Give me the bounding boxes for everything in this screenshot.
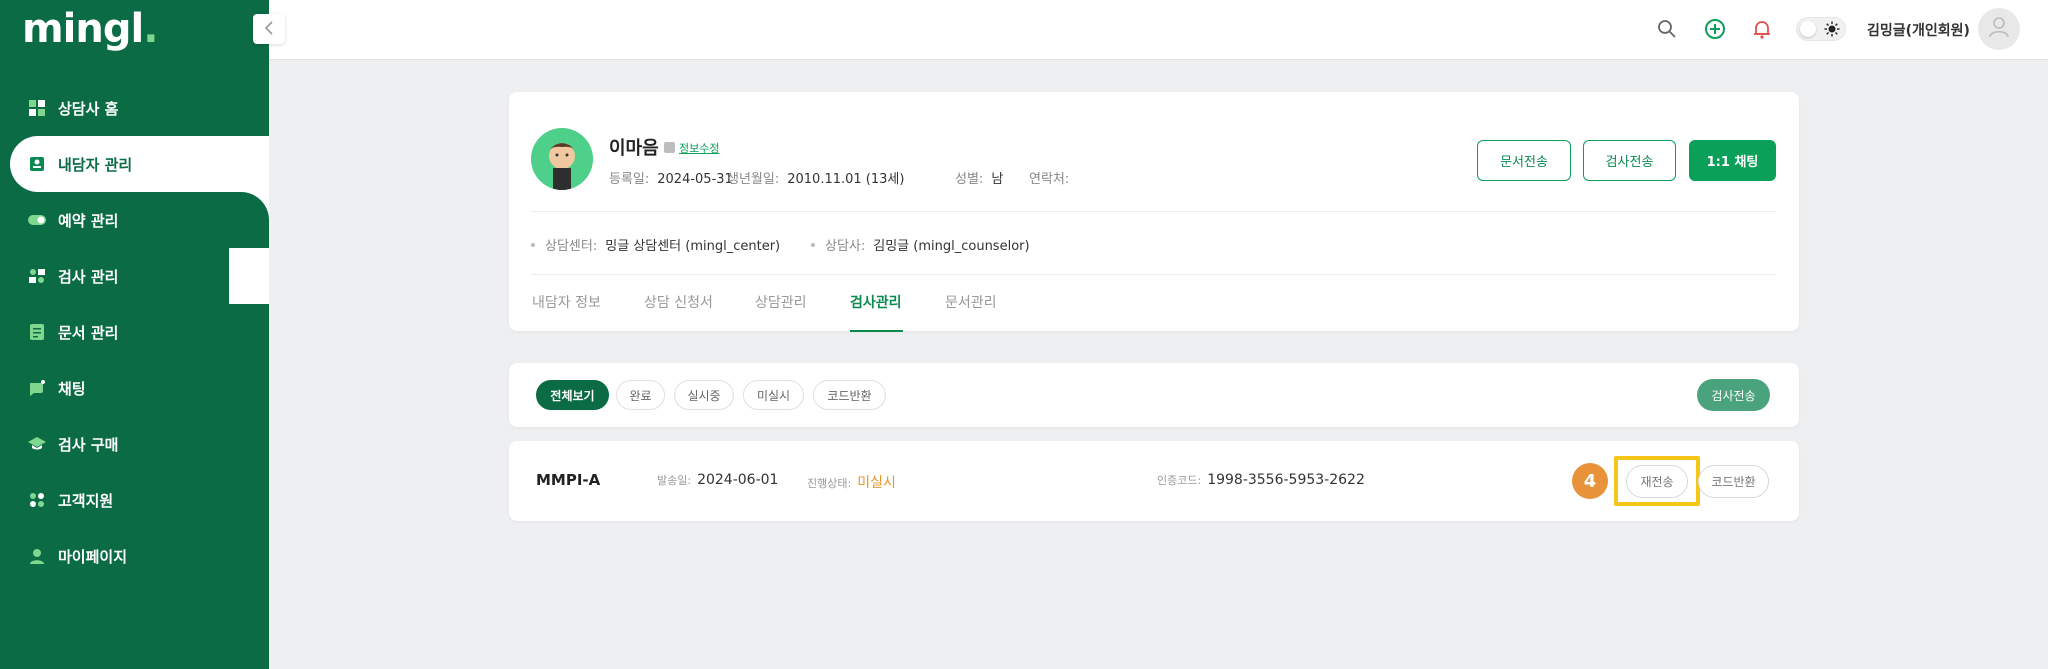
sidebar-item-test-management[interactable]: 검사 관리 [0, 248, 269, 304]
sidebar-item-document-management[interactable]: 문서 관리 [0, 304, 269, 360]
mingl-logo[interactable]: mingl. [22, 6, 158, 52]
sidebar: mingl. 상담사 홈 내담자 관리 예약 관리 검사 관리 문서 관리 채팅 [0, 0, 269, 669]
sidebar-item-label: 검사 관리 [58, 267, 119, 286]
search-icon[interactable] [1654, 16, 1680, 42]
filter-chip-code-return[interactable]: 코드반환 [813, 380, 886, 410]
birth-date: 생년월일: 2010.11.01 (13세) [727, 172, 905, 187]
document-send-button[interactable]: 문서전송 [1477, 140, 1571, 181]
client-profile-card: 이마음 정보수정 등록일: 2024-05-31 생년월일: 2010.11.01 … [509, 92, 1799, 332]
top-header: 김밍글(개인회원) [269, 0, 2048, 60]
sidebar-item-label: 상담사 홈 [58, 99, 119, 118]
filter-chip-all[interactable]: 전체보기 [536, 380, 609, 410]
tab-test-management[interactable]: 검사관리 [850, 292, 902, 312]
profile-divider [531, 211, 1777, 212]
sidebar-item-chat[interactable]: 채팅 [0, 360, 269, 416]
auth-code: 인증코드: 1998-3556-5953-2622 [1157, 472, 1365, 488]
person-icon [28, 547, 46, 565]
sidebar-item-client-management[interactable]: 내담자 관리 [10, 136, 269, 192]
sidebar-item-customer-support[interactable]: 고객지원 [0, 472, 269, 528]
tab-application[interactable]: 상담 신청서 [644, 292, 713, 312]
sidebar-item-label: 마이페이지 [58, 547, 128, 566]
sidebar-item-counselor-home[interactable]: 상담사 홈 [0, 80, 269, 136]
one-to-one-chat-button[interactable]: 1:1 채팅 [1689, 140, 1776, 181]
sidebar-item-reservation[interactable]: 예약 관리 [0, 192, 269, 248]
sidebar-item-label: 예약 관리 [58, 211, 119, 230]
sidebar-item-mypage[interactable]: 마이페이지 [0, 528, 269, 584]
toggle-knob [1800, 21, 1816, 37]
reg-date: 등록일: 2024-05-31 [609, 172, 733, 187]
notification-bell-icon[interactable] [1749, 16, 1775, 42]
sidebar-collapse-button[interactable] [253, 14, 285, 44]
filter-chip-in-progress[interactable]: 실시중 [674, 380, 734, 410]
test-filter-bar: 전체보기 완료 실시중 미실시 코드반환 검사전송 [509, 363, 1799, 427]
active-tab-indicator [850, 330, 903, 332]
graduation-cap-icon [28, 435, 46, 453]
filter-chip-not-started[interactable]: 미실시 [743, 380, 804, 410]
test-grid-icon [28, 267, 46, 285]
sidebar-nav: 상담사 홈 내담자 관리 예약 관리 검사 관리 문서 관리 채팅 검사 구매 [0, 80, 269, 584]
document-icon [28, 323, 46, 341]
pencil-icon[interactable] [664, 142, 675, 153]
sidebar-item-label: 문서 관리 [58, 323, 119, 342]
tabs-divider [531, 274, 1777, 275]
theme-toggle[interactable] [1796, 17, 1846, 41]
sidebar-item-test-purchase[interactable]: 검사 구매 [0, 416, 269, 472]
user-name[interactable]: 김밍글(개인회원) [1867, 20, 1970, 40]
chevron-left-icon [264, 20, 274, 39]
toggle-calendar-icon [28, 211, 46, 229]
filter-chip-complete[interactable]: 완료 [616, 380, 665, 410]
gender: 성별: 남 [955, 172, 1004, 187]
resend-button[interactable]: 재전송 [1626, 465, 1688, 498]
sun-icon [1824, 21, 1840, 41]
add-circle-icon[interactable] [1702, 16, 1728, 42]
sidebar-item-label: 채팅 [58, 379, 86, 398]
test-name: MMPI-A [536, 471, 601, 489]
tab-client-info[interactable]: 내담자 정보 [532, 292, 601, 312]
phone: 연락처: [1029, 172, 1070, 187]
counselor: 상담사: 김밍글 (mingl_counselor) [811, 235, 1030, 254]
dashboard-icon [28, 99, 46, 117]
sidebar-item-label: 내담자 관리 [58, 155, 133, 174]
progress-status: 진행상태: 미실시 [807, 475, 896, 491]
sidebar-item-label: 고객지원 [58, 491, 114, 510]
test-send-chip-button[interactable]: 검사전송 [1697, 379, 1770, 411]
client-avatar [531, 128, 593, 190]
tab-counseling[interactable]: 상담관리 [755, 292, 807, 312]
sidebar-item-label: 검사 구매 [58, 435, 119, 454]
chat-icon [28, 379, 46, 397]
client-name: 이마음 [609, 138, 659, 159]
step-number-badge: 4 [1572, 463, 1608, 499]
tab-document-management[interactable]: 문서관리 [945, 292, 997, 312]
test-send-button[interactable]: 검사전송 [1583, 140, 1676, 181]
user-avatar[interactable] [1978, 8, 2020, 50]
support-icon [28, 491, 46, 509]
edit-profile-link[interactable]: 정보수정 [679, 140, 719, 156]
user-silhouette-icon [1987, 15, 2011, 43]
contact-card-icon [28, 155, 46, 173]
sent-date: 발송일: 2024-06-01 [657, 472, 779, 488]
test-row: MMPI-A 발송일: 2024-06-01 진행상태: 미실시 인증코드: 1998… [509, 441, 1799, 521]
counseling-center: 상담센터: 밍글 상담센터 (mingl_center) [531, 235, 780, 254]
code-return-button[interactable]: 코드반환 [1698, 465, 1769, 498]
